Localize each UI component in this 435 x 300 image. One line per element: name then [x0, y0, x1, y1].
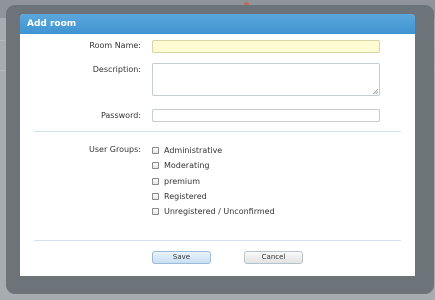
dialog-title: Add room	[20, 14, 415, 34]
checkbox-icon[interactable]	[152, 207, 159, 215]
room-name-label: Room Name:	[89, 41, 141, 50]
user-group-option-premium[interactable]: premium	[152, 175, 200, 187]
section-divider	[34, 131, 401, 132]
password-input[interactable]	[152, 109, 380, 122]
user-groups-label: User Groups:	[89, 145, 141, 154]
checkbox-icon[interactable]	[152, 146, 159, 154]
checkbox-label: Moderating	[164, 160, 210, 170]
checkbox-icon[interactable]	[152, 177, 159, 185]
save-button[interactable]: Save	[152, 251, 211, 264]
user-group-option-administrative[interactable]: Administrative	[152, 144, 222, 156]
checkbox-label: premium	[164, 176, 200, 186]
add-room-dialog: Add room Room Name: Description: Passwor…	[20, 14, 415, 276]
section-divider	[34, 240, 401, 241]
checkbox-icon[interactable]	[152, 161, 159, 169]
cancel-button[interactable]: Cancel	[244, 251, 303, 264]
room-name-input[interactable]	[152, 40, 380, 53]
checkbox-icon[interactable]	[152, 192, 159, 200]
description-textarea[interactable]	[152, 63, 380, 96]
description-label: Description:	[92, 65, 141, 74]
user-group-option-registered[interactable]: Registered	[152, 190, 207, 202]
checkbox-label: Administrative	[164, 145, 223, 155]
user-group-option-unregistered[interactable]: Unregistered / Unconfirmed	[152, 205, 275, 217]
password-label: Password:	[100, 111, 141, 120]
resize-grip-icon[interactable]	[373, 89, 378, 94]
user-group-option-moderating[interactable]: Moderating	[152, 159, 210, 171]
checkbox-label: Registered	[164, 191, 207, 201]
checkbox-label: Unregistered / Unconfirmed	[164, 206, 275, 216]
